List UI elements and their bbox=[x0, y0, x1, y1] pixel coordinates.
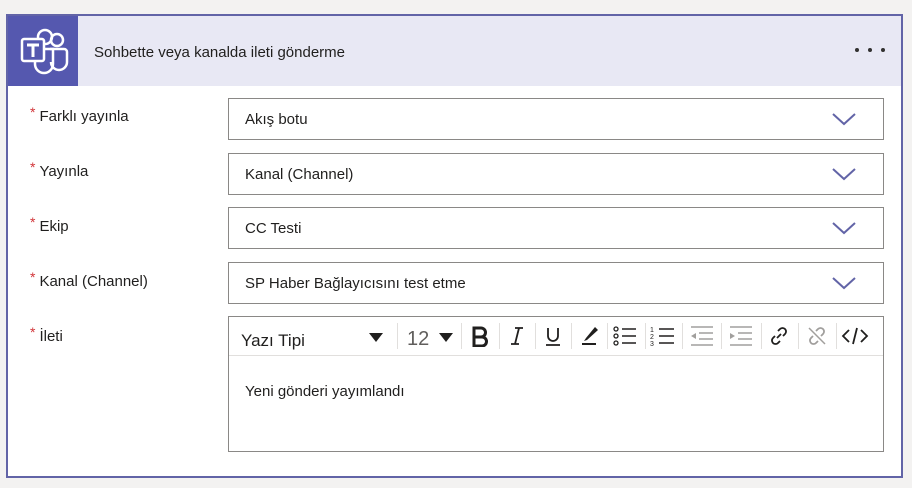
font-family-select[interactable]: Yazı Tipi bbox=[231, 321, 393, 351]
toolbar-divider bbox=[798, 323, 799, 349]
chevron-down-icon bbox=[832, 113, 856, 126]
post-as-dropdown[interactable]: Akış botu bbox=[228, 98, 884, 140]
post-in-dropdown[interactable]: Kanal (Channel) bbox=[228, 153, 884, 195]
field-label-post-in: * Yayınla bbox=[30, 159, 89, 180]
italic-icon[interactable] bbox=[500, 321, 534, 351]
unlink-icon[interactable] bbox=[800, 321, 834, 351]
toolbar-divider bbox=[461, 323, 462, 349]
underline-icon[interactable] bbox=[536, 321, 570, 351]
increase-indent-icon[interactable] bbox=[724, 321, 758, 351]
required-asterisk: * bbox=[30, 214, 36, 230]
toolbar-divider bbox=[682, 323, 683, 349]
post-in-value: Kanal (Channel) bbox=[245, 166, 354, 183]
toolbar-bottom-border bbox=[229, 355, 883, 356]
channel-dropdown[interactable]: SP Haber Bağlayıcısını test etme bbox=[228, 262, 884, 304]
decrease-indent-icon[interactable] bbox=[685, 321, 719, 351]
post-as-value: Akış botu bbox=[245, 111, 308, 128]
required-asterisk: * bbox=[30, 104, 36, 120]
card-title: Sohbette veya kanalda ileti gönderme bbox=[94, 44, 346, 61]
field-label-team: * Ekip bbox=[30, 214, 69, 235]
teams-action-card: Sohbette veya kanalda ileti gönderme * Fa… bbox=[6, 14, 903, 478]
team-value: CC Testi bbox=[245, 220, 302, 237]
svg-text:2: 2 bbox=[650, 334, 654, 341]
caret-down-icon bbox=[439, 333, 453, 342]
message-body-text[interactable]: Yeni gönderi yayımlandı bbox=[245, 383, 405, 400]
editor-toolbar: Yazı Tipi 12 1 2 3 bbox=[229, 317, 883, 356]
required-asterisk: * bbox=[30, 324, 36, 340]
toolbar-divider bbox=[836, 323, 837, 349]
toolbar-divider bbox=[721, 323, 722, 349]
font-size-select[interactable]: 12 bbox=[399, 321, 459, 351]
svg-text:1: 1 bbox=[650, 327, 654, 334]
required-asterisk: * bbox=[30, 269, 36, 285]
message-rich-text-editor[interactable]: Yazı Tipi 12 1 2 3 Yeni gönderi yayımlan… bbox=[228, 316, 884, 452]
bold-icon[interactable] bbox=[463, 321, 497, 351]
link-icon[interactable] bbox=[762, 321, 796, 351]
card-header[interactable]: Sohbette veya kanalda ileti gönderme bbox=[8, 16, 901, 86]
microsoft-teams-logo-icon bbox=[8, 16, 78, 86]
more-options-icon[interactable] bbox=[853, 42, 887, 58]
caret-down-icon bbox=[369, 333, 383, 342]
code-view-icon[interactable] bbox=[838, 321, 872, 351]
bulleted-list-icon[interactable] bbox=[608, 321, 642, 351]
svg-text:3: 3 bbox=[650, 341, 654, 347]
field-label-channel: * Kanal (Channel) bbox=[30, 269, 148, 290]
team-dropdown[interactable]: CC Testi bbox=[228, 207, 884, 249]
font-color-icon[interactable] bbox=[572, 321, 606, 351]
field-label-post-as: * Farklı yayınla bbox=[30, 104, 129, 125]
channel-value: SP Haber Bağlayıcısını test etme bbox=[245, 275, 466, 292]
toolbar-divider bbox=[397, 323, 398, 349]
chevron-down-icon bbox=[832, 277, 856, 290]
numbered-list-icon[interactable]: 123 bbox=[646, 321, 680, 351]
chevron-down-icon bbox=[832, 222, 856, 235]
chevron-down-icon bbox=[832, 168, 856, 181]
required-asterisk: * bbox=[30, 159, 36, 175]
field-label-message: * İleti bbox=[30, 324, 63, 345]
